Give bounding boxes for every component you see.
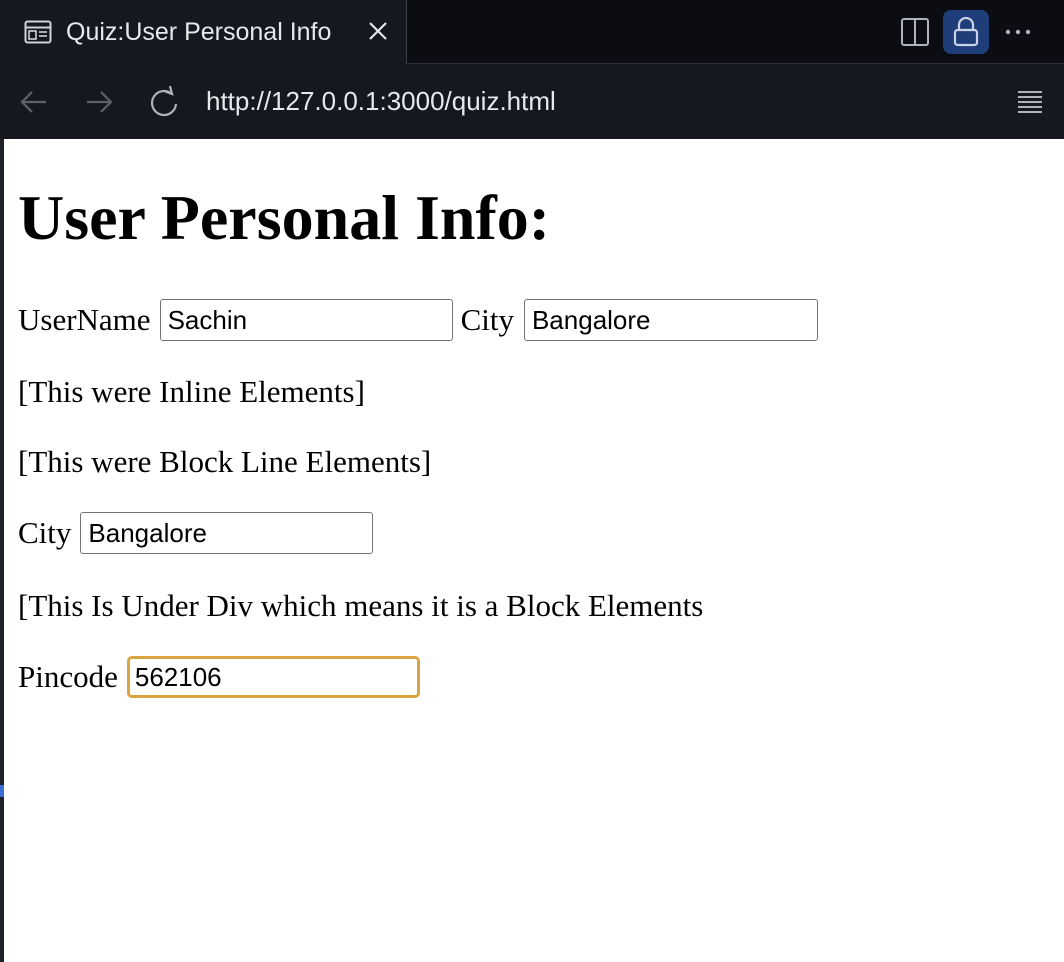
pincode-row: Pincode: [18, 656, 420, 698]
url-input[interactable]: [206, 83, 966, 119]
tab-title: Quiz:User Personal Info: [66, 18, 332, 46]
pincode-label: Pincode: [18, 659, 118, 694]
city-row: City: [18, 512, 374, 554]
username-city-row: UserName City: [18, 299, 818, 341]
city-label-2: City: [18, 515, 72, 550]
more-horizontal-icon[interactable]: [996, 10, 1042, 54]
lock-button[interactable]: [943, 10, 989, 54]
reload-icon[interactable]: [144, 82, 184, 122]
city-label: City: [460, 302, 514, 337]
div-note: [This Is Under Div which means it is a B…: [18, 588, 704, 623]
block-note: [This were Block Line Elements]: [18, 444, 432, 479]
city-input[interactable]: [523, 299, 818, 341]
tab-bar: Quiz:User Personal Info: [0, 0, 1064, 64]
username-input[interactable]: [159, 299, 453, 341]
pincode-input[interactable]: [126, 656, 420, 698]
arrow-right-icon[interactable]: [79, 82, 119, 122]
lock-icon: [953, 16, 979, 47]
tab-quiz[interactable]: Quiz:User Personal Info: [0, 0, 407, 64]
close-icon[interactable]: [364, 17, 392, 45]
arrow-left-icon[interactable]: [14, 82, 54, 122]
left-edge-marker: [0, 785, 4, 797]
city-input-2[interactable]: [80, 512, 374, 554]
inline-note: [This were Inline Elements]: [18, 374, 365, 409]
page-layout-icon: [24, 20, 52, 44]
hamburger-menu-icon[interactable]: [1010, 82, 1050, 122]
username-label: UserName: [18, 302, 151, 337]
left-edge: [0, 139, 4, 962]
page-title: User Personal Info:: [18, 182, 551, 253]
navigation-bar: [0, 64, 1064, 139]
split-editor-icon[interactable]: [892, 10, 938, 54]
